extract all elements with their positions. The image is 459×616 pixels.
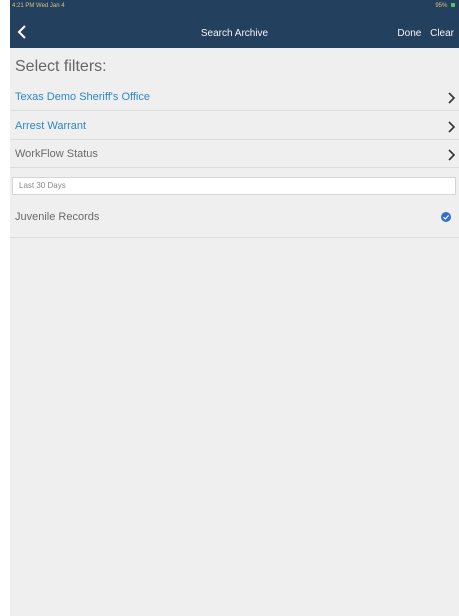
status-time: 4:21 PM Wed Jan 4 xyxy=(12,3,65,9)
date-range-value: Last 30 Days xyxy=(19,181,66,190)
app-frame: 4:21 PM Wed Jan 4 95% Search Archive Don… xyxy=(0,0,459,616)
agency-filter-row[interactable]: Texas Demo Sheriff's Office xyxy=(10,85,459,111)
navigation-header: 4:21 PM Wed Jan 4 95% Search Archive Don… xyxy=(10,0,459,48)
checkmark-circle-icon[interactable] xyxy=(441,212,451,222)
juvenile-records-label: Juvenile Records xyxy=(15,211,100,223)
juvenile-records-row[interactable]: Juvenile Records xyxy=(10,202,459,238)
filters-heading: Select filters: xyxy=(15,58,107,75)
status-battery: 95% xyxy=(435,3,455,9)
date-range-field[interactable]: Last 30 Days xyxy=(12,177,456,195)
battery-icon xyxy=(451,3,455,8)
clear-button[interactable]: Clear xyxy=(430,28,454,39)
workflow-status-filter-row[interactable]: WorkFlow Status xyxy=(10,142,459,168)
warrant-type-label: Arrest Warrant xyxy=(15,120,87,132)
chevron-right-icon xyxy=(448,149,456,161)
status-bar: 4:21 PM Wed Jan 4 95% xyxy=(10,2,459,14)
chevron-right-icon xyxy=(448,121,456,133)
filters-panel: Select filters: Texas Demo Sheriff's Off… xyxy=(10,48,459,616)
warrant-type-filter-row[interactable]: Arrest Warrant xyxy=(10,114,459,140)
battery-percent: 95% xyxy=(435,3,448,9)
workflow-status-label: WorkFlow Status xyxy=(15,148,98,160)
done-button[interactable]: Done xyxy=(397,28,421,39)
chevron-right-icon xyxy=(448,92,456,104)
nav-actions: Done Clear xyxy=(391,28,454,39)
agency-filter-label: Texas Demo Sheriff's Office xyxy=(15,91,150,103)
